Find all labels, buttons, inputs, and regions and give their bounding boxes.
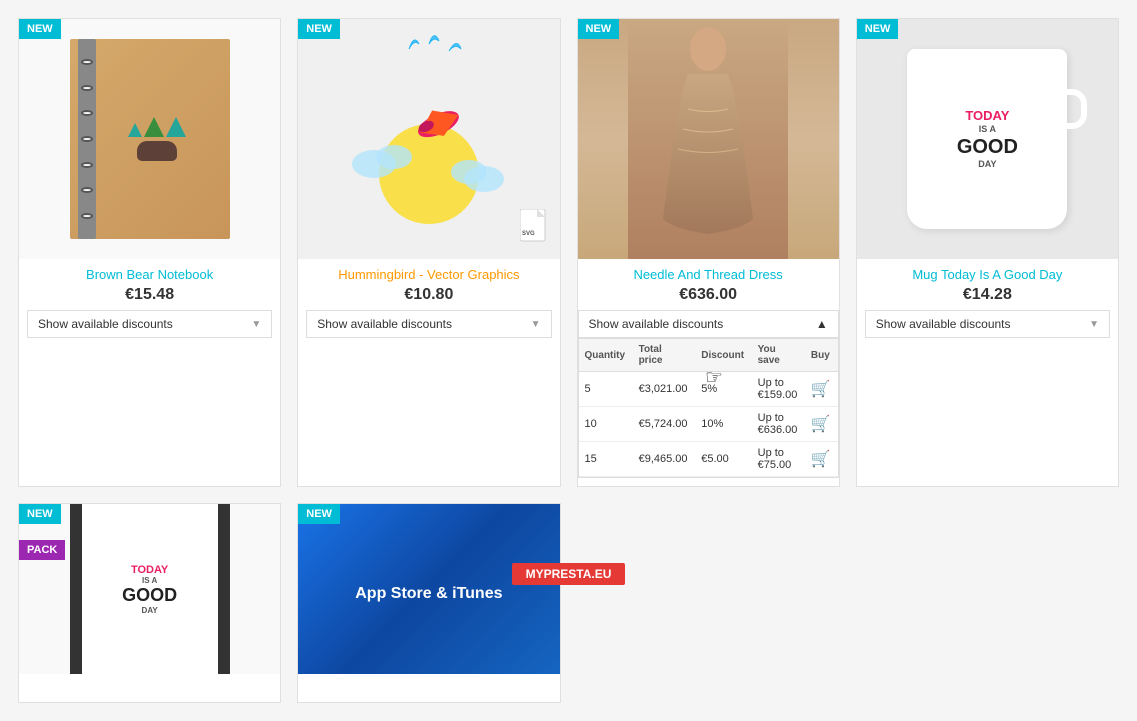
chevron-up-dress: ▲ — [816, 317, 828, 331]
product-name-dress: Needle And Thread Dress — [623, 259, 792, 286]
col-header-you-save: Yousave — [752, 339, 805, 372]
footer-badge: MYPRESTA.EU — [512, 563, 626, 585]
svg-text:SVG: SVG — [522, 231, 535, 237]
product-name-mug: Mug Today Is A Good Day — [902, 259, 1072, 286]
badge-new-dress: NEW — [578, 19, 620, 39]
badge-new-notebook: NEW — [19, 19, 61, 39]
badge-pack-frame: PACK — [19, 540, 65, 560]
product-card-dress: NEW — [577, 18, 840, 487]
product-image-dress — [578, 19, 839, 259]
discount-table: Quantity Totalprice Discount Yousave Buy… — [579, 339, 838, 477]
show-discounts-label-dress: Show available discounts — [589, 317, 724, 331]
buy-3[interactable]: 🛒 — [805, 442, 838, 477]
discount-row-1: 5 €3,021.00 5% Up to€159.00 🛒 — [579, 372, 838, 407]
col-header-discount: Discount — [695, 339, 751, 372]
product-name-hummingbird: Hummingbird - Vector Graphics — [328, 259, 529, 286]
notebook-spirals — [78, 39, 96, 239]
show-discounts-label-mug: Show available discounts — [876, 317, 1011, 331]
product-grid: NEW — [0, 0, 1137, 721]
disc-2: 10% — [695, 407, 751, 442]
price-3: €9,465.00 — [633, 442, 696, 477]
buy-2[interactable]: 🛒 — [805, 407, 838, 442]
product-image-hummingbird: SVG — [298, 19, 559, 259]
product-card-apple: NEW App Store & iTunes — [297, 503, 560, 703]
product-image-mug: TODAY IS A GOOD DAY — [857, 19, 1118, 259]
product-name-notebook: Brown Bear Notebook — [76, 259, 223, 286]
save-2: Up to€636.00 — [752, 407, 805, 442]
col-header-total-price: Totalprice — [633, 339, 696, 372]
show-discounts-hummingbird[interactable]: Show available discounts ▼ — [306, 310, 551, 338]
svg-file-icon: SVG — [520, 209, 550, 249]
badge-new-apple: NEW — [298, 504, 340, 524]
show-discounts-mug[interactable]: Show available discounts ▼ — [865, 310, 1110, 338]
price-2: €5,724.00 — [633, 407, 696, 442]
product-price-hummingbird: €10.80 — [404, 286, 453, 304]
product-image-notebook — [19, 19, 280, 259]
badge-new-mug: NEW — [857, 19, 899, 39]
show-discounts-notebook[interactable]: Show available discounts ▼ — [27, 310, 272, 338]
mug-text: TODAY IS A GOOD DAY — [957, 108, 1018, 169]
badge-new-hummingbird: NEW — [298, 19, 340, 39]
chevron-down-hummingbird: ▼ — [531, 319, 541, 330]
chevron-down-mug: ▼ — [1089, 319, 1099, 330]
save-1: Up to€159.00 — [752, 372, 805, 407]
product-card-hummingbird: NEW — [297, 18, 560, 487]
discount-row-2: 10 €5,724.00 10% Up to€636.00 🛒 — [579, 407, 838, 442]
qty-3: 15 — [579, 442, 633, 477]
discount-dropdown-dress: Quantity Totalprice Discount Yousave Buy… — [578, 338, 839, 478]
dress-illustration — [578, 19, 839, 259]
qty-1: 5 — [579, 372, 633, 407]
notebook-illustration — [70, 39, 230, 239]
save-3: Up to€75.00 — [752, 442, 805, 477]
product-card-mug: NEW TODAY IS A GOOD DAY Mug Today Is A G… — [856, 18, 1119, 487]
product-card-frame: NEW PACK TODAY IS A GOOD DAY — [18, 503, 281, 703]
show-discounts-label-notebook: Show available discounts — [38, 317, 173, 331]
footer: MYPRESTA.EU — [0, 555, 1137, 593]
qty-2: 10 — [579, 407, 633, 442]
col-header-buy: Buy — [805, 339, 838, 372]
chevron-down-notebook: ▼ — [251, 319, 261, 330]
hummingbird-svg — [339, 29, 519, 249]
mug-illustration: TODAY IS A GOOD DAY — [907, 49, 1067, 229]
dress-svg — [628, 19, 788, 259]
product-price-dress: €636.00 — [679, 286, 737, 304]
show-discounts-label-hummingbird: Show available discounts — [317, 317, 452, 331]
discount-row-3: 15 €9,465.00 €5.00 Up to€75.00 🛒 — [579, 442, 838, 477]
product-card-notebook: NEW — [18, 18, 281, 487]
product-price-notebook: €15.48 — [125, 286, 174, 304]
mug-handle — [1067, 89, 1087, 129]
price-1: €3,021.00 — [633, 372, 696, 407]
col-header-quantity: Quantity — [579, 339, 633, 372]
badge-new-frame: NEW — [19, 504, 61, 524]
product-price-mug: €14.28 — [963, 286, 1012, 304]
disc-3: €5.00 — [695, 442, 751, 477]
notebook-art — [128, 117, 186, 161]
disc-1: 5% — [695, 372, 751, 407]
buy-1[interactable]: 🛒 — [805, 372, 838, 407]
show-discounts-dress[interactable]: Show available discounts ▲ — [578, 310, 839, 338]
